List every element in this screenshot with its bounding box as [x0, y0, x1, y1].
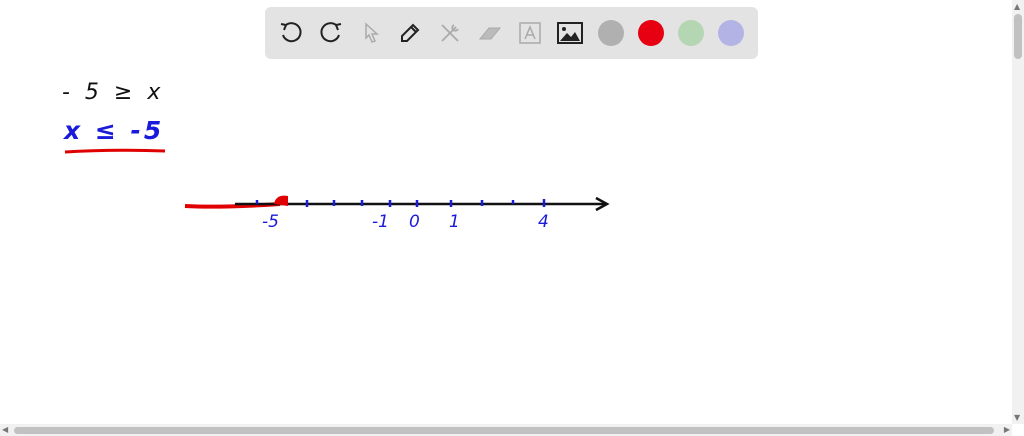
inequality-original: - 5 ≥ x: [62, 80, 165, 105]
image-icon[interactable]: [554, 17, 586, 49]
tools-icon[interactable]: [434, 17, 466, 49]
eraser-icon[interactable]: [474, 17, 506, 49]
color-green-swatch[interactable]: [678, 20, 704, 46]
color-purple-swatch[interactable]: [718, 20, 744, 46]
solution-underline: [64, 148, 166, 154]
tick-label: 0: [409, 212, 420, 232]
vertical-scrollbar[interactable]: ▲ ▼: [1012, 0, 1024, 424]
scroll-right-icon[interactable]: ▶: [1004, 425, 1010, 434]
number-line: [184, 195, 610, 212]
scroll-left-icon[interactable]: ◀: [2, 425, 8, 434]
drawing-toolbar: [265, 7, 758, 59]
scroll-down-icon[interactable]: ▼: [1014, 413, 1020, 422]
scroll-up-icon[interactable]: ▲: [1014, 2, 1020, 11]
text-icon[interactable]: [514, 17, 546, 49]
horizontal-scroll-thumb[interactable]: [14, 427, 994, 434]
redo-icon[interactable]: [315, 17, 347, 49]
tick-label: -5: [262, 212, 279, 232]
inequality-solution: x ≤ -5: [64, 116, 165, 145]
color-red-swatch[interactable]: [638, 20, 664, 46]
tick-label: 1: [449, 212, 460, 232]
vertical-scroll-thumb[interactable]: [1014, 14, 1022, 59]
undo-icon[interactable]: [275, 17, 307, 49]
select-icon[interactable]: [355, 17, 387, 49]
color-gray-swatch[interactable]: [598, 20, 624, 46]
tick-label: -1: [372, 212, 389, 232]
horizontal-scrollbar[interactable]: ◀ ▶: [0, 424, 1012, 436]
tick-label: 4: [538, 212, 549, 232]
pen-icon[interactable]: [394, 17, 426, 49]
